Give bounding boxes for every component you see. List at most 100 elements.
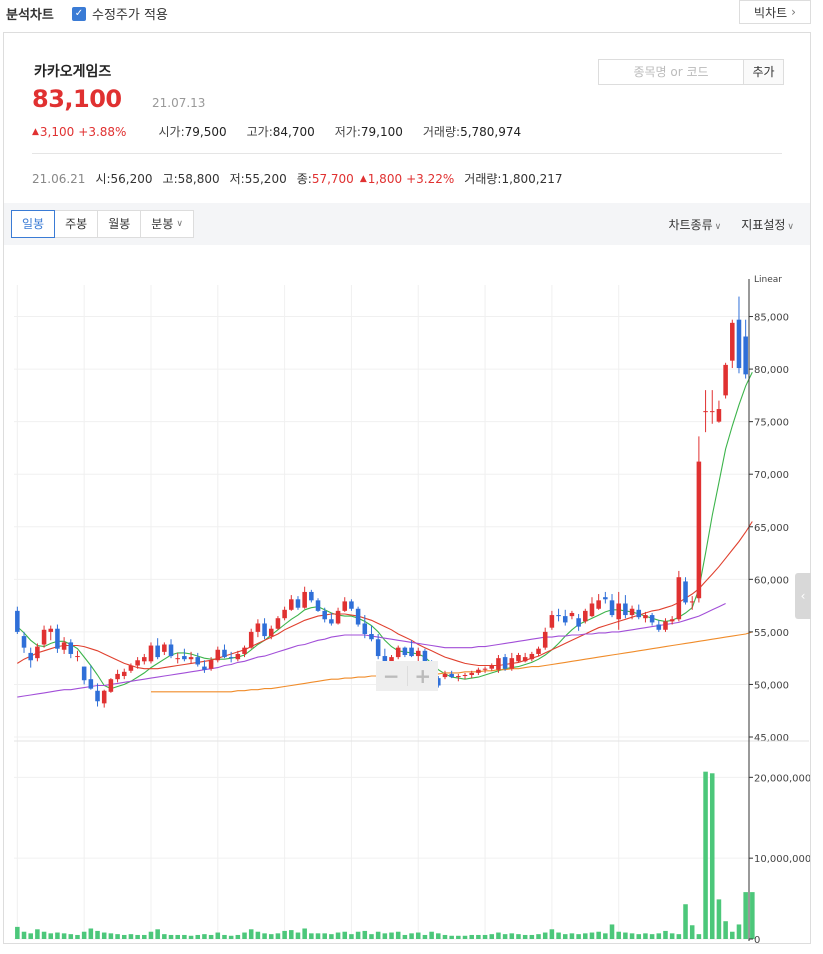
candle: [101, 689, 107, 708]
checkbox-checked-icon[interactable]: ✓: [72, 6, 86, 21]
candle-body: [502, 657, 508, 669]
volume-bar: [409, 933, 414, 939]
volume-bar: [395, 931, 401, 939]
candle: [262, 618, 267, 640]
candle: [295, 596, 301, 610]
volume-bar: [369, 934, 374, 939]
candle: [549, 610, 555, 630]
volume-bar: [329, 934, 334, 939]
candle: [576, 614, 581, 631]
candle-body: [248, 631, 254, 648]
volume-bar: [576, 934, 581, 939]
y-tick-label: 50,000: [754, 680, 789, 691]
tab-daily[interactable]: 일봉: [11, 210, 56, 238]
volume-bar: [275, 933, 281, 939]
candle: [583, 608, 588, 624]
candle-body: [148, 645, 154, 662]
candle: [329, 612, 334, 626]
indicator-label: 지표설정: [741, 218, 786, 232]
change-value: 3,100: [39, 124, 75, 139]
candle-body: [522, 657, 528, 662]
candle: [268, 625, 274, 640]
candle-body: [516, 655, 521, 662]
candle: [716, 400, 722, 423]
candle-body: [215, 649, 221, 661]
chart-axis: 02.1903.0803.2204.0504.1905.0305.1806.02…: [14, 275, 810, 943]
candle-body: [676, 577, 682, 620]
candle-body: [115, 673, 120, 680]
adjusted-price-toggle[interactable]: ✓ 수정주가 적용: [72, 4, 168, 23]
volume-bar: [509, 933, 515, 939]
candle: [569, 610, 575, 620]
indicator-menu[interactable]: 지표설정 ∨: [741, 216, 794, 233]
candle: [663, 618, 668, 632]
candle: [315, 598, 321, 612]
tab-monthly[interactable]: 월봉: [97, 210, 142, 238]
chevron-down-icon: ∨: [176, 219, 183, 229]
candle: [182, 648, 187, 662]
zoom-out-button[interactable]: −: [376, 664, 407, 688]
candle: [482, 666, 488, 673]
candle-body: [188, 657, 194, 660]
change-percent: +3.88%: [78, 124, 127, 139]
volume-tick-label: 10,000,000: [754, 854, 810, 865]
candle-body: [75, 656, 80, 658]
candle: [736, 296, 742, 374]
volume-bar: [309, 933, 314, 939]
candle: [703, 390, 708, 433]
candle: [536, 646, 541, 657]
candle: [562, 609, 568, 626]
zoom-in-button[interactable]: +: [408, 664, 439, 688]
chart-type-menu[interactable]: 차트종류 ∨: [668, 216, 721, 233]
y-tick-label: 80,000: [754, 365, 789, 376]
candle: [28, 647, 33, 668]
volume-bar: [562, 934, 568, 939]
volume-bar: [215, 932, 221, 939]
candle-body: [689, 601, 695, 603]
volume-bar: [182, 934, 187, 939]
chevron-down-icon: ∨: [787, 222, 794, 232]
volume-bar: [436, 933, 441, 939]
volume-bar: [162, 934, 167, 939]
volume-bar: [429, 931, 434, 939]
volume-bar: [242, 932, 247, 939]
candle-body: [88, 679, 94, 689]
volume-bar: [596, 931, 601, 939]
candle-body: [723, 364, 728, 396]
volume-bar: [536, 934, 541, 939]
candle-body: [589, 603, 595, 617]
candle-body: [41, 629, 47, 645]
tab-minute[interactable]: 분봉 ∨: [140, 210, 194, 238]
stock-name: 카카오게임즈: [34, 64, 112, 80]
volume-bar: [128, 934, 134, 939]
candle-body: [61, 642, 67, 650]
price-chart[interactable]: 02.1903.0803.2204.0504.1905.0305.1806.02…: [4, 253, 810, 943]
candle: [636, 604, 642, 620]
volume-bar: [75, 934, 80, 939]
candle-body: [716, 409, 722, 422]
stock-search-input[interactable]: [599, 60, 744, 84]
candle-body: [663, 621, 668, 630]
candle: [61, 637, 67, 654]
candle-body: [496, 658, 501, 670]
candle-body: [375, 639, 381, 657]
candle: [335, 607, 341, 625]
volume-bar: [95, 930, 100, 939]
hover-change: 1,800: [367, 171, 403, 186]
candle-body: [709, 411, 715, 413]
big-chart-button[interactable]: 빅차트 ›: [739, 0, 811, 24]
volume-bar: [415, 932, 421, 939]
candle-body: [295, 599, 301, 608]
tab-weekly[interactable]: 주봉: [54, 210, 99, 238]
side-panel-toggle[interactable]: ‹: [795, 573, 811, 619]
volume-bar: [61, 933, 67, 939]
candle-body: [529, 653, 535, 660]
candle-body: [643, 615, 648, 619]
volume-bar: [402, 934, 408, 939]
volume-bar: [342, 931, 348, 939]
volume-bar: [81, 931, 87, 939]
candle-body: [395, 647, 401, 658]
volume-bar: [656, 933, 662, 939]
add-stock-button[interactable]: 추가: [744, 60, 783, 84]
volume-bar: [175, 934, 180, 939]
